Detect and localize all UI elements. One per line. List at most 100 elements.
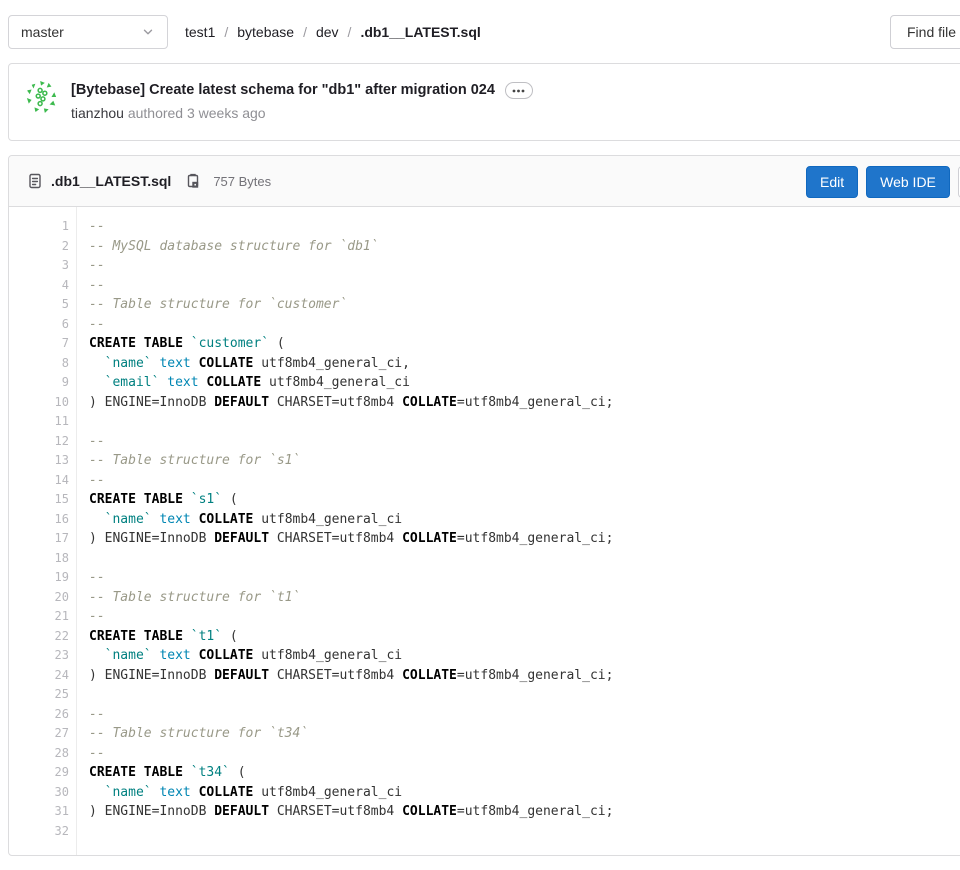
code-line: 21-- bbox=[9, 607, 960, 627]
code-content: -- bbox=[69, 607, 105, 627]
breadcrumb-separator: / bbox=[224, 24, 228, 40]
code-line: 30 `name` text COLLATE utf8mb4_general_c… bbox=[9, 783, 960, 803]
line-number[interactable]: 21 bbox=[9, 607, 69, 627]
code-line: 8 `name` text COLLATE utf8mb4_general_ci… bbox=[9, 354, 960, 374]
code-line: 1-- bbox=[9, 217, 960, 237]
code-line: 20-- Table structure for `t1` bbox=[9, 588, 960, 608]
line-number[interactable]: 28 bbox=[9, 744, 69, 764]
line-number[interactable]: 17 bbox=[9, 529, 69, 549]
code-line: 29CREATE TABLE `t34` ( bbox=[9, 763, 960, 783]
code-content: -- MySQL database structure for `db1` bbox=[69, 237, 379, 257]
commit-author-name[interactable]: tianzhou bbox=[71, 105, 124, 121]
code-content: -- bbox=[69, 471, 105, 491]
line-number[interactable]: 20 bbox=[9, 588, 69, 608]
code-content: -- Table structure for `customer` bbox=[69, 295, 347, 315]
code-content: ) ENGINE=InnoDB DEFAULT CHARSET=utf8mb4 … bbox=[69, 529, 613, 549]
code-content: `name` text COLLATE utf8mb4_general_ci bbox=[69, 783, 402, 803]
line-number[interactable]: 13 bbox=[9, 451, 69, 471]
file-viewer: .db1__LATEST.sql 757 Bytes Edit Web IDE … bbox=[8, 155, 960, 856]
line-number[interactable]: 31 bbox=[9, 802, 69, 822]
line-number[interactable]: 7 bbox=[9, 334, 69, 354]
code-line: 26-- bbox=[9, 705, 960, 725]
code-content: -- bbox=[69, 705, 105, 725]
code-line: 31) ENGINE=InnoDB DEFAULT CHARSET=utf8mb… bbox=[9, 802, 960, 822]
breadcrumb-item[interactable]: test1 bbox=[185, 24, 215, 40]
code-content: -- bbox=[69, 744, 105, 764]
code-content: `email` text COLLATE utf8mb4_general_ci bbox=[69, 373, 410, 393]
breadcrumb-item[interactable]: bytebase bbox=[237, 24, 294, 40]
commit-title[interactable]: [Bytebase] Create latest schema for "db1… bbox=[71, 80, 495, 101]
code-line: 4-- bbox=[9, 276, 960, 296]
web-ide-button[interactable]: Web IDE bbox=[866, 166, 950, 198]
ellipsis-icon bbox=[512, 89, 525, 93]
file-size: 757 Bytes bbox=[213, 174, 271, 189]
line-number[interactable]: 30 bbox=[9, 783, 69, 803]
last-commit-panel: [Bytebase] Create latest schema for "db1… bbox=[8, 63, 960, 141]
line-number[interactable]: 19 bbox=[9, 568, 69, 588]
line-number[interactable]: 15 bbox=[9, 490, 69, 510]
code-content: CREATE TABLE `customer` ( bbox=[69, 334, 285, 354]
line-number[interactable]: 18 bbox=[9, 549, 69, 569]
code-line: 14-- bbox=[9, 471, 960, 491]
code-content: CREATE TABLE `s1` ( bbox=[69, 490, 238, 510]
edit-button[interactable]: Edit bbox=[806, 166, 858, 198]
branch-selector[interactable]: master bbox=[8, 15, 168, 49]
code-line: 12-- bbox=[9, 432, 960, 452]
line-number[interactable]: 25 bbox=[9, 685, 69, 705]
commit-author-line: tianzhou authored 3 weeks ago bbox=[71, 103, 533, 124]
line-number[interactable]: 10 bbox=[9, 393, 69, 413]
code-content bbox=[69, 685, 89, 705]
line-number[interactable]: 32 bbox=[9, 822, 69, 842]
code-line: 15CREATE TABLE `s1` ( bbox=[9, 490, 960, 510]
line-number[interactable]: 22 bbox=[9, 627, 69, 647]
code-content: -- Table structure for `t1` bbox=[69, 588, 300, 608]
chevron-down-icon bbox=[141, 25, 155, 39]
copy-file-path-button[interactable] bbox=[185, 172, 201, 190]
branch-name: master bbox=[21, 24, 64, 40]
line-number[interactable]: 23 bbox=[9, 646, 69, 666]
line-number[interactable]: 1 bbox=[9, 217, 69, 237]
line-number[interactable]: 2 bbox=[9, 237, 69, 257]
code-content: -- bbox=[69, 256, 105, 276]
expand-commit-button[interactable] bbox=[505, 82, 533, 99]
code-content: `name` text COLLATE utf8mb4_general_ci, bbox=[69, 354, 410, 374]
line-number[interactable]: 16 bbox=[9, 510, 69, 530]
code-content: ) ENGINE=InnoDB DEFAULT CHARSET=utf8mb4 … bbox=[69, 393, 613, 413]
code-line: 27-- Table structure for `t34` bbox=[9, 724, 960, 744]
file-name: .db1__LATEST.sql bbox=[51, 173, 171, 189]
commit-info: [Bytebase] Create latest schema for "db1… bbox=[71, 80, 533, 124]
breadcrumb-item[interactable]: .db1__LATEST.sql bbox=[360, 24, 480, 40]
line-number[interactable]: 11 bbox=[9, 412, 69, 432]
line-number[interactable]: 27 bbox=[9, 724, 69, 744]
line-number[interactable]: 14 bbox=[9, 471, 69, 491]
repo-file-toolbar: master test1/bytebase/dev/.db1__LATEST.s… bbox=[0, 0, 960, 63]
code-content: CREATE TABLE `t34` ( bbox=[69, 763, 246, 783]
code-line: 22CREATE TABLE `t1` ( bbox=[9, 627, 960, 647]
code-line: 13-- Table structure for `s1` bbox=[9, 451, 960, 471]
copy-icon bbox=[185, 173, 201, 190]
code-content bbox=[69, 549, 89, 569]
avatar[interactable] bbox=[25, 80, 59, 114]
line-number[interactable]: 26 bbox=[9, 705, 69, 725]
find-file-button[interactable]: Find file bbox=[890, 15, 960, 49]
code-content: `name` text COLLATE utf8mb4_general_ci bbox=[69, 646, 402, 666]
code-line: 2-- MySQL database structure for `db1` bbox=[9, 237, 960, 257]
line-number[interactable]: 4 bbox=[9, 276, 69, 296]
code-line: 18 bbox=[9, 549, 960, 569]
line-number[interactable]: 8 bbox=[9, 354, 69, 374]
code-line: 9 `email` text COLLATE utf8mb4_general_c… bbox=[9, 373, 960, 393]
line-number[interactable]: 6 bbox=[9, 315, 69, 335]
code-content: -- Table structure for `t34` bbox=[69, 724, 308, 744]
code-line: 11 bbox=[9, 412, 960, 432]
line-number[interactable]: 29 bbox=[9, 763, 69, 783]
line-number[interactable]: 9 bbox=[9, 373, 69, 393]
line-number[interactable]: 3 bbox=[9, 256, 69, 276]
line-number[interactable]: 24 bbox=[9, 666, 69, 686]
breadcrumb-item[interactable]: dev bbox=[316, 24, 339, 40]
code-content: ) ENGINE=InnoDB DEFAULT CHARSET=utf8mb4 … bbox=[69, 802, 613, 822]
document-icon bbox=[27, 173, 43, 189]
code-content: -- bbox=[69, 217, 105, 237]
code-line: 7CREATE TABLE `customer` ( bbox=[9, 334, 960, 354]
line-number[interactable]: 5 bbox=[9, 295, 69, 315]
line-number[interactable]: 12 bbox=[9, 432, 69, 452]
